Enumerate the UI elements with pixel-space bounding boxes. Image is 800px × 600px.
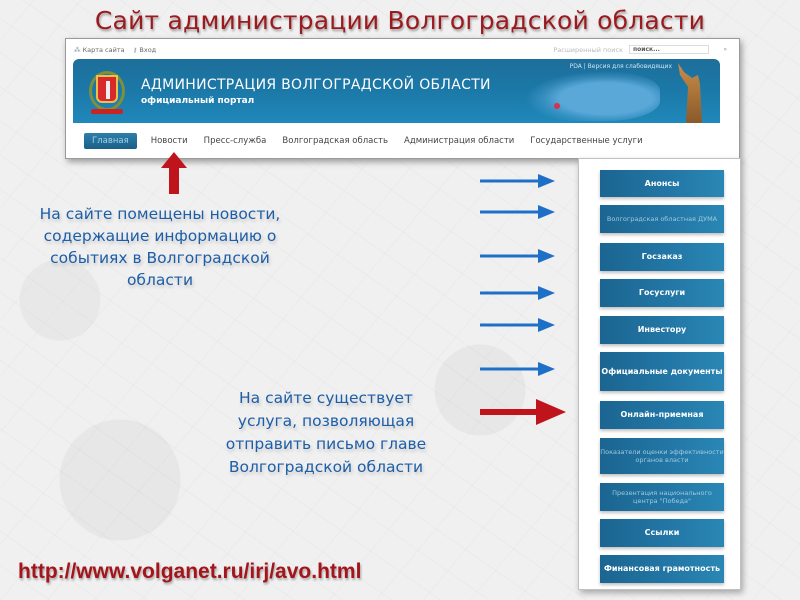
coat-of-arms-icon[interactable]: [85, 65, 129, 121]
sitemap-link[interactable]: ⁂ Карта сайта: [74, 46, 125, 54]
blue-right-arrow-icon: [480, 174, 555, 188]
sidebar-button-links[interactable]: Ссылки: [600, 519, 724, 547]
sidebar-button-pobeda[interactable]: Презентация национального центра "Победа…: [600, 483, 724, 511]
website-screenshot: ⁂ Карта сайта ⚷ Вход Расширенный поиск пои…: [65, 38, 740, 159]
nav-item-home[interactable]: Главная: [84, 133, 137, 149]
sidebar-button-gov-services[interactable]: Госуслуги: [600, 279, 724, 307]
sidebar-button-duma[interactable]: Волгоградская областная ДУМА: [600, 205, 724, 233]
sidebar-button-announcements[interactable]: Анонсы: [600, 170, 724, 197]
login-link[interactable]: ⚷ Вход: [133, 46, 157, 54]
advanced-search-link[interactable]: Расширенный поиск: [553, 46, 623, 54]
nav-item-gov-services[interactable]: Государственные услуги: [522, 133, 650, 149]
blue-right-arrow-icon: [480, 318, 555, 332]
sidebar-button-official-documents[interactable]: Официальные документы: [600, 352, 724, 391]
blue-right-arrow-icon: [480, 286, 555, 300]
motherland-statue-image: [678, 63, 702, 123]
slide-title: Сайт администрации Волгоградской области: [94, 6, 706, 35]
nav-item-region[interactable]: Волгоградская область: [274, 133, 396, 149]
news-callout: На сайте помещены новости, содержащие ин…: [39, 205, 281, 289]
sitemap-icon: ⁂: [74, 46, 81, 54]
blue-right-arrow-icon: [480, 362, 555, 376]
red-up-arrow-icon: [161, 152, 187, 194]
blue-right-arrow-icon: [480, 249, 555, 263]
volgograd-marker-icon: [554, 103, 560, 109]
sidebar-button-financial-literacy[interactable]: Финансовая грамотность: [600, 555, 724, 583]
sidebar-button-procurement[interactable]: Госзаказ: [600, 243, 724, 271]
nav-item-press[interactable]: Пресс-служба: [196, 133, 275, 149]
sidebar-button-investor[interactable]: Инвестору: [600, 316, 724, 344]
key-icon: ⚷: [132, 46, 138, 54]
nav-item-administration[interactable]: Администрация области: [396, 133, 522, 149]
search-go-button[interactable]: »: [723, 46, 727, 53]
site-url[interactable]: http://www.volganet.ru/irj/avo.html: [18, 560, 361, 584]
search-input[interactable]: поиск...: [629, 45, 709, 54]
site-subtitle: официальный портал: [141, 96, 255, 106]
site-banner: АДМИНИСТРАЦИЯ ВОЛГОГРАДСКОЙ ОБЛАСТИ офиц…: [73, 59, 720, 123]
sidebar-button-online-reception[interactable]: Онлайн-приемная: [600, 401, 724, 429]
russia-map-image: [525, 71, 660, 121]
service-callout: На сайте существует услуга, позволяющая …: [225, 389, 427, 476]
blue-right-arrow-icon: [480, 205, 555, 219]
sidebar-button-efficiency[interactable]: Показатели оценки эффективности органов …: [600, 438, 724, 474]
pda-accessibility-links[interactable]: PDA | Версия для слабовидящих: [570, 63, 672, 70]
red-right-arrow-icon: [480, 399, 566, 425]
site-title: АДМИНИСТРАЦИЯ ВОЛГОГРАДСКОЙ ОБЛАСТИ: [141, 77, 491, 93]
sidebar-panel: Анонсы Волгоградская областная ДУМА Госз…: [578, 158, 741, 590]
site-topbar: ⁂ Карта сайта ⚷ Вход Расширенный поиск пои…: [66, 42, 739, 58]
site-nav: Главная Новости Пресс-служба Волгоградск…: [84, 133, 651, 149]
nav-item-news[interactable]: Новости: [143, 133, 196, 149]
